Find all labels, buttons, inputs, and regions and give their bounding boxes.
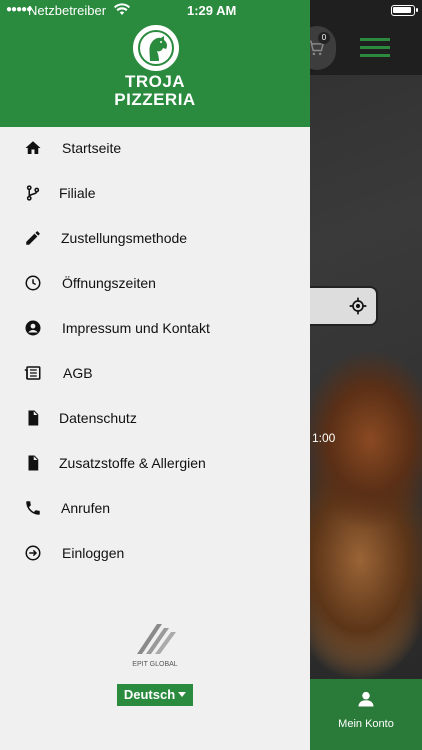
menu-item-einloggen[interactable]: Einloggen (0, 531, 310, 575)
login-icon (25, 545, 41, 561)
file-icon (28, 455, 39, 471)
locate-icon[interactable] (348, 296, 368, 316)
menu-item-zusatzstoffe[interactable]: Zusatzstoffe & Allergien (0, 441, 310, 485)
menu-item-startseite[interactable]: Startseite (0, 126, 310, 170)
company-name: EPIT GLOBAL (132, 661, 177, 668)
epit-global-logo-icon: EPIT GLOBAL (132, 624, 178, 668)
time-label: 1:00 (312, 431, 336, 445)
file-icon (28, 410, 39, 426)
menu-item-label: Startseite (62, 140, 122, 156)
newspaper-icon (24, 366, 41, 380)
menu-item-label: Impressum und Kontakt (62, 320, 210, 336)
tab-account[interactable]: Mein Konto (310, 679, 422, 750)
language-select[interactable]: Deutsch (117, 684, 193, 706)
menu-item-label: Datenschutz (59, 410, 137, 426)
status-time: 1:29 AM (187, 3, 237, 18)
person-icon (358, 691, 374, 707)
navigation-drawer: TROJA PIZZERIA Startseite Filiale Zustel… (0, 0, 310, 750)
branch-icon (26, 185, 40, 201)
menu-item-label: Einloggen (62, 545, 125, 561)
wifi-icon (114, 3, 130, 15)
menu-item-filiale[interactable]: Filiale (0, 171, 310, 215)
brand-title: TROJA (124, 72, 186, 91)
account-circle-icon (25, 320, 41, 336)
menu-item-label: Filiale (59, 185, 96, 201)
location-field[interactable] (300, 286, 378, 326)
caret-down-icon (178, 692, 187, 698)
menu-item-datenschutz[interactable]: Datenschutz (0, 396, 310, 440)
account-tab-label: Mein Konto (338, 718, 394, 730)
pencil-icon (26, 231, 40, 245)
menu-item-label: Zusatzstoffe & Allergien (59, 455, 206, 471)
language-label: Deutsch (123, 687, 176, 702)
brand-subtitle: PIZZERIA (114, 90, 196, 109)
menu-item-label: Zustellungsmethode (61, 230, 188, 246)
menu-item-label: AGB (63, 365, 93, 381)
menu-item-label: Öffnungszeiten (62, 275, 156, 291)
menu-item-impressum[interactable]: Impressum und Kontakt (0, 306, 310, 350)
clock-icon (25, 275, 41, 291)
home-icon (25, 141, 41, 154)
menu-item-oeffnungszeiten[interactable]: Öffnungszeiten (0, 261, 310, 305)
carrier-name: Netzbetreiber (28, 3, 107, 18)
cart-count-badge: 0 (318, 32, 330, 44)
phone-icon (26, 501, 40, 515)
menu-item-agb[interactable]: AGB (0, 351, 310, 395)
hamburger-menu-icon[interactable] (360, 38, 390, 62)
menu-item-label: Anrufen (61, 500, 111, 516)
battery-icon (391, 5, 418, 16)
status-bar: ●●●●● Netzbetreiber 1:29 AM (0, 0, 422, 22)
menu-item-zustellungsmethode[interactable]: Zustellungsmethode (0, 216, 310, 260)
menu-item-anrufen[interactable]: Anrufen (0, 486, 310, 530)
troja-logo-icon (133, 25, 179, 71)
